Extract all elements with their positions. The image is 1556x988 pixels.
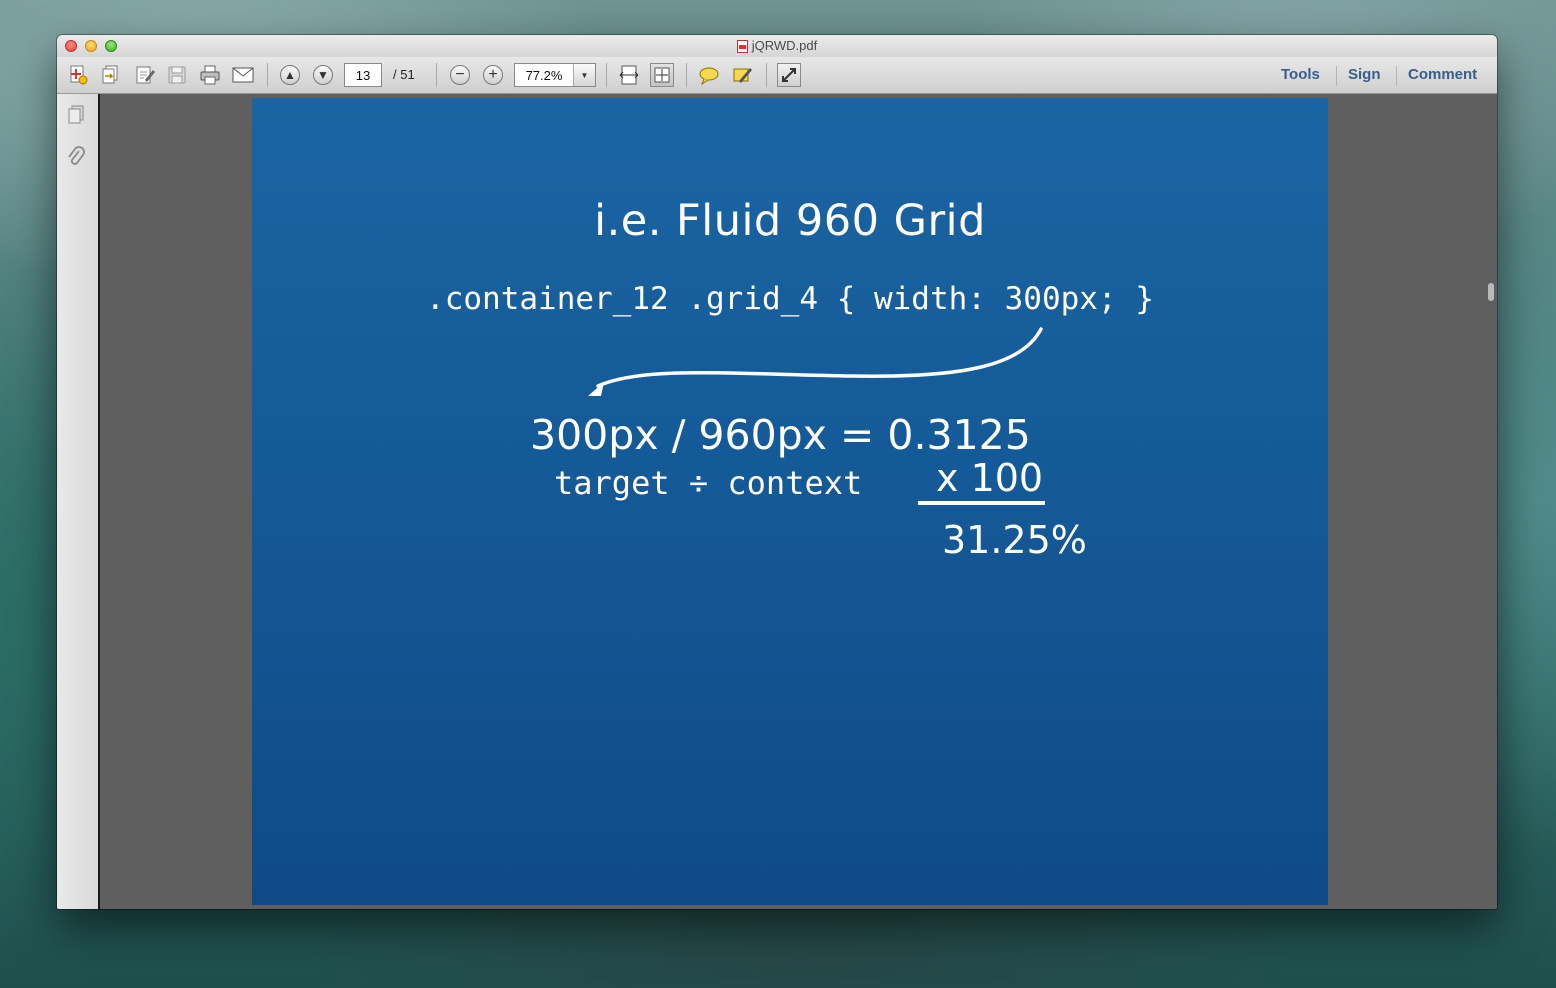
minimize-window-button[interactable] — [85, 40, 97, 52]
slide-equation: 300px / 960px = 0.3125 — [530, 411, 1031, 459]
toolbar-separator — [606, 63, 607, 87]
print-icon[interactable] — [198, 63, 222, 87]
attachments-icon[interactable] — [65, 146, 87, 170]
zoom-out-icon: − — [450, 65, 470, 85]
toolbar-separator — [1336, 66, 1337, 86]
zoom-out-button[interactable]: − — [448, 63, 472, 87]
zoom-select[interactable]: ▼ — [514, 63, 596, 87]
fit-width-icon[interactable] — [617, 63, 641, 87]
page-number-input[interactable] — [344, 63, 382, 87]
slide-multiplier: x 100 — [936, 456, 1044, 500]
previous-page-icon: ▲ — [280, 65, 300, 85]
next-page-button[interactable]: ▼ — [311, 63, 335, 87]
highlight-icon[interactable] — [730, 63, 754, 87]
email-icon[interactable] — [231, 63, 255, 87]
navigation-sidebar — [57, 94, 100, 909]
chevron-down-icon[interactable]: ▼ — [573, 64, 595, 86]
zoom-in-button[interactable]: + — [481, 63, 505, 87]
toolbar-separator — [1396, 66, 1397, 86]
comment-link[interactable]: Comment — [1408, 63, 1477, 87]
pdf-file-icon — [736, 39, 748, 53]
title-bar: jQRWD.pdf — [57, 35, 1497, 57]
tools-link[interactable]: Tools — [1281, 63, 1320, 87]
edit-document-icon[interactable] — [133, 63, 157, 87]
page-total: / 51 — [393, 67, 415, 82]
combine-files-icon[interactable] — [99, 63, 123, 87]
slide-formula: target ÷ context — [554, 464, 863, 502]
pages-icon[interactable] — [65, 103, 87, 127]
slide-result: 31.25% — [942, 518, 1087, 562]
previous-page-button[interactable]: ▲ — [278, 63, 302, 87]
underline-rule — [918, 501, 1045, 505]
create-pdf-icon[interactable] — [66, 63, 90, 87]
toolbar-separator — [766, 63, 767, 87]
document-viewer[interactable]: i.e. Fluid 960 Grid .container_12 .grid_… — [100, 94, 1497, 909]
vertical-scrollbar-thumb[interactable] — [1488, 283, 1494, 301]
slide-code: .container_12 .grid_4 { width: 300px; } — [426, 281, 1154, 317]
toolbar-separator — [436, 63, 437, 87]
close-window-button[interactable] — [65, 40, 77, 52]
full-screen-icon[interactable] — [777, 63, 801, 87]
fit-page-icon[interactable] — [650, 63, 674, 87]
window-title: jQRWD.pdf — [751, 38, 818, 53]
zoom-in-icon: + — [483, 65, 503, 85]
toolbar-separator — [686, 63, 687, 87]
pdf-page: i.e. Fluid 960 Grid .container_12 .grid_… — [252, 98, 1328, 905]
toolbar: ▲ ▼ / 51 − + ▼ — [57, 57, 1497, 94]
pdf-viewer-window: jQRWD.pdf ▲ ▼ 13 / 51 − + 77.2% ▼ Tools … — [57, 35, 1497, 909]
slide-title: i.e. Fluid 960 Grid — [594, 196, 986, 246]
curved-arrow-icon — [588, 327, 1043, 396]
zoom-input[interactable] — [515, 64, 573, 86]
sign-link[interactable]: Sign — [1348, 63, 1381, 87]
comment-note-icon[interactable] — [697, 63, 721, 87]
next-page-icon: ▼ — [313, 65, 333, 85]
zoom-window-button[interactable] — [105, 40, 117, 52]
save-icon[interactable] — [165, 63, 189, 87]
toolbar-separator — [267, 63, 268, 87]
